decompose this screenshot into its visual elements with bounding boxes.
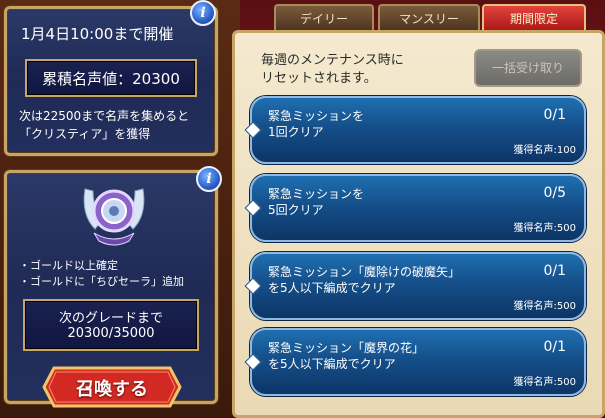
mission-reward: 獲得名声:500: [513, 301, 576, 312]
fame-total: 累積名声値：20300: [42, 70, 180, 88]
event-deadline: 1月4日10:00まで開催: [21, 25, 174, 43]
mission-title-line2: を5人以下編成でクリア: [268, 357, 396, 371]
summon-label: 召喚する: [76, 379, 148, 400]
tab-limited-time[interactable]: 期間限定: [482, 4, 586, 32]
gacha-bullet-2: ・ゴールドに「ちびセーラ」追加: [19, 275, 184, 288]
info-icon[interactable]: i: [196, 166, 222, 192]
mission-item[interactable]: 緊急ミッションを 1回クリア 0/1 獲得名声:100: [244, 96, 586, 164]
mission-title-line1: 緊急ミッションを: [268, 187, 365, 201]
mission-item[interactable]: 緊急ミッション「魔除けの破魔矢」 を5人以下編成でクリア 0/1 獲得名声:50…: [244, 252, 586, 320]
event-info-panel: 1月4日10:00まで開催 累積名声値：20300 次は22500まで名声を集め…: [4, 6, 218, 156]
mission-title-line1: 緊急ミッション「魔界の花」: [268, 341, 425, 355]
mission-item[interactable]: 緊急ミッション「魔界の花」 を5人以下編成でクリア 0/1 獲得名声:500: [244, 328, 586, 396]
fame-total-box: 累積名声値：20300: [25, 59, 197, 97]
info-icon[interactable]: i: [190, 0, 216, 26]
game-screen: 1月4日10:00まで開催 累積名声値：20300 次は22500まで名声を集め…: [0, 0, 605, 418]
mission-progress: 0/1: [543, 263, 566, 279]
mission-reward: 獲得名声:500: [513, 377, 576, 388]
next-grade-value: 20300/35000: [67, 326, 155, 341]
mission-reward: 獲得名声:100: [513, 145, 576, 156]
summon-button[interactable]: 召喚する: [42, 366, 182, 408]
gacha-bullet-1: ・ゴールド以上確定: [19, 259, 118, 272]
claim-all-button[interactable]: 一括受け取り: [474, 49, 582, 87]
mission-progress: 0/1: [543, 339, 566, 355]
mission-progress: 0/1: [543, 107, 566, 123]
tab-monthly[interactable]: マンスリー: [378, 4, 480, 32]
tab-daily[interactable]: デイリー: [274, 4, 374, 32]
mission-title-line1: 緊急ミッション「魔除けの破魔矢」: [268, 265, 461, 279]
next-grade-box: 次のグレードまで 20300/35000: [23, 299, 199, 351]
next-reward-line2: 「クリスティア」を獲得: [19, 127, 151, 141]
mission-title-line2: 5回クリア: [268, 203, 324, 217]
mission-reward: 獲得名声:500: [513, 223, 576, 234]
mission-progress: 0/5: [543, 185, 566, 201]
reset-note-line1: 毎週のメンテナンス時に: [261, 53, 404, 68]
mission-title-line2: 1回クリア: [268, 125, 324, 139]
crest-emblem-icon: [83, 188, 145, 246]
reset-note-line2: リセットされます。: [261, 71, 377, 86]
next-reward-line1: 次は22500まで名声を集めると: [19, 109, 190, 123]
mission-item[interactable]: 緊急ミッションを 5回クリア 0/5 獲得名声:500: [244, 174, 586, 242]
next-grade-label: 次のグレードまで: [58, 311, 163, 326]
mission-title-line1: 緊急ミッションを: [268, 109, 365, 123]
mission-title-line2: を5人以下編成でクリア: [268, 281, 396, 295]
